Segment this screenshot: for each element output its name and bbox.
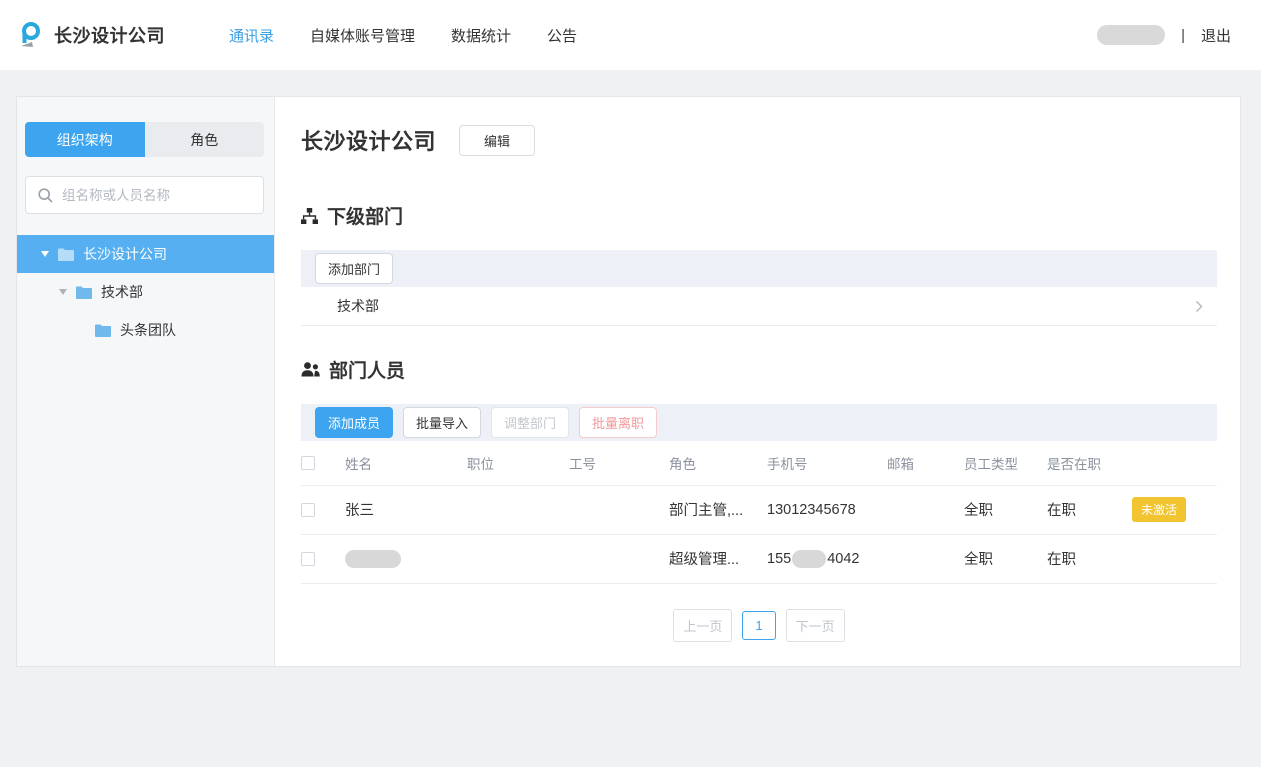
username-redacted-blob bbox=[1097, 25, 1165, 45]
cell-email bbox=[887, 485, 964, 534]
tree-node-tech-dept[interactable]: 技术部 bbox=[17, 273, 274, 311]
prev-page-button[interactable]: 上一页 bbox=[673, 609, 732, 642]
sidebar-tabs: 组织架构 角色 bbox=[25, 122, 264, 157]
caret-down-icon[interactable] bbox=[59, 289, 67, 295]
departments-toolbar: 添加部门 bbox=[301, 250, 1217, 287]
phone-redacted-blob bbox=[792, 550, 826, 568]
app-logo-icon bbox=[18, 20, 44, 50]
cell-status: 在职 bbox=[1047, 534, 1132, 583]
header-user-area: | 退出 bbox=[1097, 25, 1231, 46]
select-all-checkbox[interactable] bbox=[301, 456, 315, 470]
members-title: 部门人员 bbox=[329, 356, 405, 383]
table-header-row: 姓名 职位 工号 角色 手机号 邮箱 员工类型 是否在职 bbox=[301, 441, 1217, 485]
phone-suffix: 4042 bbox=[827, 551, 859, 567]
nav-item-statistics[interactable]: 数据统计 bbox=[451, 25, 511, 46]
tree-node-toutiao-team[interactable]: 头条团队 bbox=[17, 311, 274, 349]
nav-item-contacts[interactable]: 通讯录 bbox=[229, 25, 274, 46]
tab-roles[interactable]: 角色 bbox=[145, 122, 265, 157]
nav-item-announcements[interactable]: 公告 bbox=[547, 25, 577, 46]
department-row-tech[interactable]: 技术部 bbox=[301, 287, 1217, 326]
page-title: 长沙设计公司 bbox=[301, 124, 436, 156]
name-redacted-blob bbox=[345, 550, 401, 568]
cell-status: 在职 bbox=[1047, 485, 1132, 534]
cell-emp-no bbox=[569, 485, 669, 534]
sidebar: 组织架构 角色 长沙设计公司 bbox=[17, 97, 275, 666]
add-member-button[interactable]: 添加成员 bbox=[315, 407, 393, 438]
col-header-emp-no: 工号 bbox=[569, 441, 669, 485]
edit-button[interactable]: 编辑 bbox=[459, 125, 535, 156]
col-header-badge bbox=[1132, 441, 1217, 485]
sub-departments-heading: 下级部门 bbox=[301, 202, 1217, 229]
people-icon bbox=[301, 362, 320, 377]
not-activated-badge: 未激活 bbox=[1132, 497, 1186, 522]
cell-type: 全职 bbox=[964, 485, 1047, 534]
nav-item-media-accounts[interactable]: 自媒体账号管理 bbox=[310, 25, 415, 46]
pagination: 上一页 1 下一页 bbox=[301, 609, 1217, 642]
content-card: 组织架构 角色 长沙设计公司 bbox=[16, 96, 1241, 667]
tree-node-label: 头条团队 bbox=[120, 320, 176, 340]
row-checkbox[interactable] bbox=[301, 503, 315, 517]
col-header-email: 邮箱 bbox=[887, 441, 964, 485]
add-department-button[interactable]: 添加部门 bbox=[315, 253, 393, 284]
cell-phone-masked: 155 4042 bbox=[767, 550, 887, 568]
row-checkbox[interactable] bbox=[301, 552, 315, 566]
cell-name: 张三 bbox=[345, 485, 467, 534]
tree-node-company[interactable]: 长沙设计公司 bbox=[17, 235, 274, 273]
header-divider: | bbox=[1181, 27, 1185, 44]
batch-import-button[interactable]: 批量导入 bbox=[403, 407, 481, 438]
members-table: 姓名 职位 工号 角色 手机号 邮箱 员工类型 是否在职 张三 部门 bbox=[301, 441, 1217, 584]
adjust-department-button[interactable]: 调整部门 bbox=[491, 407, 569, 438]
cell-role: 部门主管,... bbox=[669, 485, 767, 534]
batch-resign-button[interactable]: 批量离职 bbox=[579, 407, 657, 438]
cell-position bbox=[467, 534, 569, 583]
col-header-phone: 手机号 bbox=[767, 441, 887, 485]
header-company-name: 长沙设计公司 bbox=[54, 22, 165, 48]
logout-button[interactable]: 退出 bbox=[1201, 25, 1231, 46]
phone-prefix: 155 bbox=[767, 551, 791, 567]
tab-org-structure[interactable]: 组织架构 bbox=[25, 122, 145, 157]
app-header: 长沙设计公司 通讯录 自媒体账号管理 数据统计 公告 | 退出 bbox=[0, 0, 1261, 70]
folder-icon bbox=[58, 248, 74, 261]
members-toolbar: 添加成员 批量导入 调整部门 批量离职 bbox=[301, 404, 1217, 441]
folder-icon bbox=[76, 286, 92, 299]
members-heading: 部门人员 bbox=[301, 356, 1217, 383]
org-tree: 长沙设计公司 技术部 头条团队 bbox=[17, 235, 274, 349]
col-header-position: 职位 bbox=[467, 441, 569, 485]
department-name: 技术部 bbox=[337, 296, 379, 316]
main-nav: 通讯录 自媒体账号管理 数据统计 公告 bbox=[229, 25, 577, 46]
col-header-type: 员工类型 bbox=[964, 441, 1047, 485]
col-header-status: 是否在职 bbox=[1047, 441, 1132, 485]
tree-node-label: 长沙设计公司 bbox=[83, 244, 167, 264]
cell-phone: 13012345678 bbox=[767, 485, 887, 534]
cell-email bbox=[887, 534, 964, 583]
table-row[interactable]: 超级管理... 155 4042 全职 在职 bbox=[301, 534, 1217, 583]
sitemap-icon bbox=[301, 208, 318, 224]
tree-node-label: 技术部 bbox=[101, 282, 143, 302]
title-row: 长沙设计公司 编辑 bbox=[301, 124, 1217, 156]
search-input[interactable] bbox=[62, 188, 251, 203]
main-content: 长沙设计公司 编辑 下级部门 添加部门 技术部 bbox=[275, 97, 1241, 666]
cell-type: 全职 bbox=[964, 534, 1047, 583]
col-header-name: 姓名 bbox=[345, 441, 467, 485]
search-icon bbox=[38, 188, 53, 203]
cell-role: 超级管理... bbox=[669, 534, 767, 583]
cell-emp-no bbox=[569, 534, 669, 583]
caret-down-icon[interactable] bbox=[41, 251, 49, 257]
current-page-button[interactable]: 1 bbox=[742, 611, 775, 640]
table-row[interactable]: 张三 部门主管,... 13012345678 全职 在职 未激活 bbox=[301, 485, 1217, 534]
col-header-role: 角色 bbox=[669, 441, 767, 485]
cell-position bbox=[467, 485, 569, 534]
chevron-right-icon bbox=[1195, 300, 1203, 313]
next-page-button[interactable]: 下一页 bbox=[786, 609, 845, 642]
sidebar-search[interactable] bbox=[25, 176, 264, 214]
sub-departments-title: 下级部门 bbox=[327, 202, 403, 229]
folder-icon bbox=[95, 324, 111, 337]
